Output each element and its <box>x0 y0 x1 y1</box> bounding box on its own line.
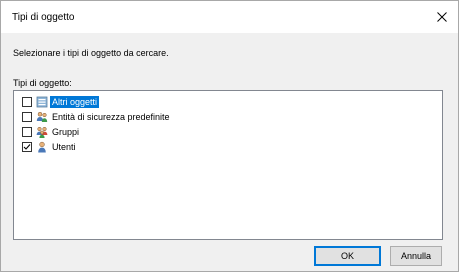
object-types-list[interactable]: Altri oggetti Entità di sicurezza predef… <box>13 90 443 240</box>
user-icon <box>36 141 48 153</box>
checkbox-altri-oggetti[interactable] <box>22 97 32 107</box>
object-types-dialog: Tipi di oggetto Selezionare i tipi di og… <box>0 0 459 272</box>
list-item-gruppi[interactable]: Gruppi <box>22 125 81 139</box>
list-item-label: Entità di sicurezza predefinite <box>52 112 170 122</box>
list-item-label: Utenti <box>52 142 76 152</box>
list-item-entita-sicurezza[interactable]: Entità di sicurezza predefinite <box>22 110 172 124</box>
group-icon <box>36 126 48 138</box>
close-button[interactable] <box>426 1 458 33</box>
list-item-altri-oggetti[interactable]: Altri oggetti <box>22 95 100 109</box>
title-bar: Tipi di oggetto <box>1 1 458 33</box>
list-item-utenti[interactable]: Utenti <box>22 140 78 154</box>
checkbox-gruppi[interactable] <box>22 127 32 137</box>
checkmark-icon <box>23 144 31 150</box>
folder-objects-icon <box>36 96 48 108</box>
instruction-text: Selezionare i tipi di oggetto da cercare… <box>13 48 169 58</box>
checkbox-utenti[interactable] <box>22 142 32 152</box>
security-principals-icon <box>36 111 48 123</box>
close-icon <box>437 12 447 22</box>
cancel-button[interactable]: Annulla <box>390 246 442 266</box>
checkbox-entita-sicurezza[interactable] <box>22 112 32 122</box>
object-types-label: Tipi di oggetto: <box>13 78 72 88</box>
list-item-label: Gruppi <box>52 127 80 137</box>
ok-button[interactable]: OK <box>314 246 381 266</box>
list-item-label: Altri oggetti <box>50 96 100 108</box>
dialog-title: Tipi di oggetto <box>12 12 75 23</box>
